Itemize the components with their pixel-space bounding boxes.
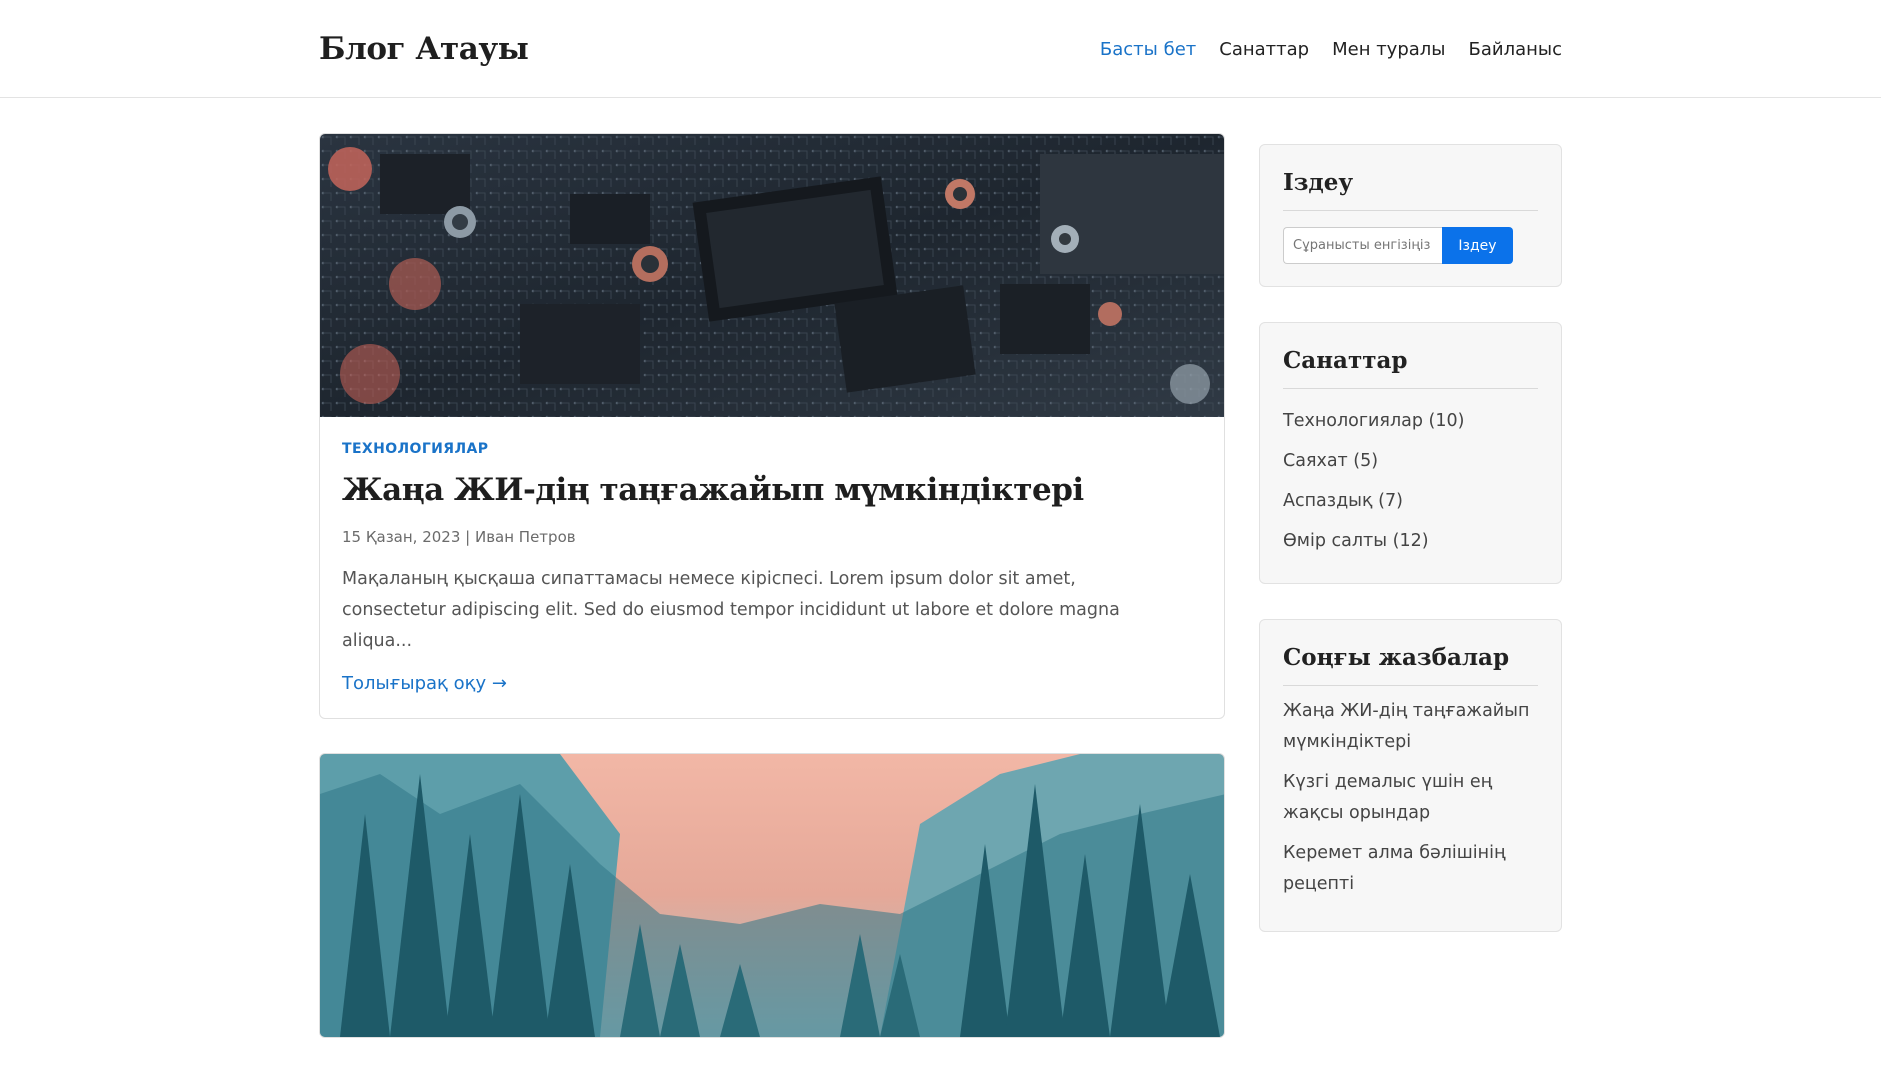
category-item[interactable]: Саяхат (5) — [1283, 441, 1538, 481]
post-card — [319, 753, 1225, 1038]
category-list: Технологиялар (10) Саяхат (5) Аспаздық (… — [1283, 401, 1538, 561]
post-card: Технологиялар Жаңа ЖИ-дің таңғажайып мүм… — [319, 133, 1225, 719]
nav-categories[interactable]: Санаттар — [1219, 39, 1309, 60]
search-widget-title: Іздеу — [1283, 169, 1538, 211]
category-item[interactable]: Технологиялар (10) — [1283, 401, 1538, 441]
read-more-link[interactable]: Толығырақ оқу → — [342, 673, 507, 694]
nav-contact[interactable]: Байланыс — [1469, 39, 1563, 60]
post-card-body: Технологиялар Жаңа ЖИ-дің таңғажайып мүм… — [320, 417, 1224, 718]
search-button[interactable]: Іздеу — [1442, 227, 1513, 264]
site-logo[interactable]: Блог Атауы — [319, 31, 529, 67]
post-list: Технологиялар Жаңа ЖИ-дің таңғажайып мүм… — [319, 133, 1225, 1072]
categories-widget-title: Санаттар — [1283, 347, 1538, 389]
search-input[interactable] — [1283, 227, 1442, 264]
site-header: Блог Атауы Басты бет Санаттар Мен туралы… — [0, 0, 1881, 98]
recent-post-item[interactable]: Керемет алма бәлішінің рецепті — [1283, 838, 1538, 900]
post-category[interactable]: Технологиялар — [342, 441, 1202, 457]
header-inner: Блог Атауы Басты бет Санаттар Мен туралы… — [319, 0, 1562, 98]
main-nav: Басты бет Санаттар Мен туралы Байланыс — [1100, 39, 1562, 60]
circuit-board-photo[interactable] — [320, 134, 1224, 417]
search-widget: Іздеу Іздеу — [1259, 144, 1562, 287]
post-excerpt: Мақаланың қысқаша сипаттамасы немесе кір… — [342, 569, 1120, 651]
categories-widget: Санаттар Технологиялар (10) Саяхат (5) А… — [1259, 322, 1562, 584]
category-item[interactable]: Аспаздық (7) — [1283, 481, 1538, 521]
recent-posts-widget: Соңғы жазбалар Жаңа ЖИ-дің таңғажайып мү… — [1259, 619, 1562, 932]
recent-post-item[interactable]: Жаңа ЖИ-дің таңғажайып мүмкіндіктері — [1283, 696, 1538, 758]
recent-posts-list: Жаңа ЖИ-дің таңғажайып мүмкіндіктері Күз… — [1283, 696, 1538, 900]
category-item[interactable]: Өмір салты (12) — [1283, 521, 1538, 561]
recent-post-item[interactable]: Күзгі демалыс үшін ең жақсы орындар — [1283, 767, 1538, 829]
nav-home[interactable]: Басты бет — [1100, 39, 1196, 60]
recent-posts-widget-title: Соңғы жазбалар — [1283, 644, 1538, 686]
post-meta: 15 Қазан, 2023 | Иван Петров — [342, 528, 576, 546]
search-form: Іздеу — [1283, 227, 1538, 264]
nav-about[interactable]: Мен туралы — [1332, 39, 1445, 60]
post-title[interactable]: Жаңа ЖИ-дің таңғажайып мүмкіндіктері — [342, 472, 1202, 508]
sidebar: Іздеу Іздеу Санаттар Технологиялар (10) … — [1259, 144, 1562, 967]
mountain-forest-photo[interactable] — [320, 754, 1224, 1037]
